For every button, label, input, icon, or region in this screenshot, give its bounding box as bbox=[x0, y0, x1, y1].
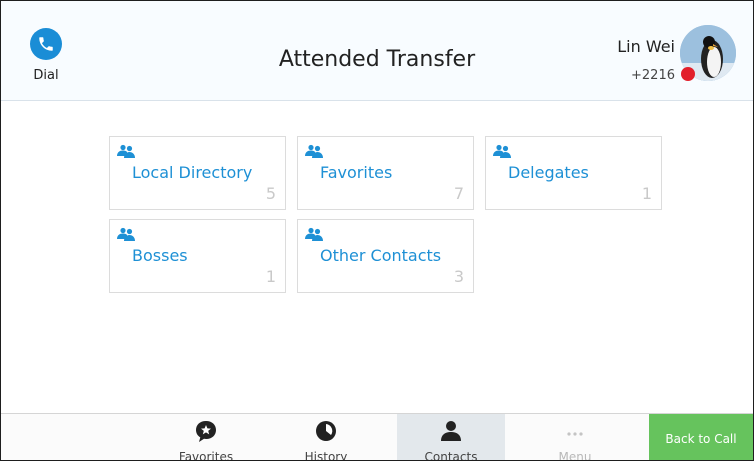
nav-favorites-label: Favorites bbox=[178, 450, 234, 461]
bottom-nav: Favorites History Contacts Menu Back to … bbox=[1, 413, 753, 461]
nav-contacts-label: Contacts bbox=[424, 450, 478, 461]
nav-contacts[interactable]: Contacts bbox=[397, 414, 505, 461]
tile-count: 1 bbox=[641, 184, 652, 203]
tile-bosses[interactable]: Bosses 1 bbox=[109, 219, 286, 293]
nav-history[interactable]: History bbox=[281, 414, 371, 461]
contacts-group-icon bbox=[305, 144, 323, 158]
tile-label: Local Directory bbox=[132, 163, 253, 182]
user-extension: +2216 bbox=[631, 68, 675, 83]
tile-delegates[interactable]: Delegates 1 bbox=[485, 136, 662, 210]
tile-count: 3 bbox=[453, 267, 464, 286]
tile-label: Favorites bbox=[320, 163, 393, 182]
nav-history-label: History bbox=[304, 450, 348, 461]
nav-menu[interactable]: Menu bbox=[525, 414, 625, 461]
tile-favorites[interactable]: Favorites 7 bbox=[297, 136, 474, 210]
star-speech-bubble-icon bbox=[196, 421, 216, 442]
clock-icon bbox=[316, 421, 336, 441]
back-to-call-button[interactable]: Back to Call bbox=[649, 414, 753, 460]
tile-label: Delegates bbox=[508, 163, 589, 182]
more-dots-icon bbox=[567, 432, 583, 436]
presence-status-dot bbox=[681, 67, 695, 81]
contacts-group-icon bbox=[305, 227, 323, 241]
tile-count: 7 bbox=[453, 184, 464, 203]
contacts-group-icon bbox=[117, 144, 135, 158]
person-icon bbox=[441, 421, 461, 441]
tile-label: Bosses bbox=[132, 246, 188, 265]
tile-count: 5 bbox=[265, 184, 276, 203]
phone-screen: Dial Attended Transfer Lin Wei +2216 Loc… bbox=[0, 0, 754, 461]
contacts-group-icon bbox=[117, 227, 135, 241]
tile-label: Other Contacts bbox=[320, 246, 442, 265]
contacts-group-icon bbox=[493, 144, 511, 158]
header-bar: Dial Attended Transfer Lin Wei +2216 bbox=[1, 1, 753, 101]
tile-other-contacts[interactable]: Other Contacts 3 bbox=[297, 219, 474, 293]
user-name: Lin Wei bbox=[617, 37, 675, 56]
nav-favorites[interactable]: Favorites bbox=[161, 414, 251, 461]
nav-menu-label: Menu bbox=[558, 450, 592, 461]
tile-local-directory[interactable]: Local Directory 5 bbox=[109, 136, 286, 210]
tile-count: 1 bbox=[265, 267, 276, 286]
